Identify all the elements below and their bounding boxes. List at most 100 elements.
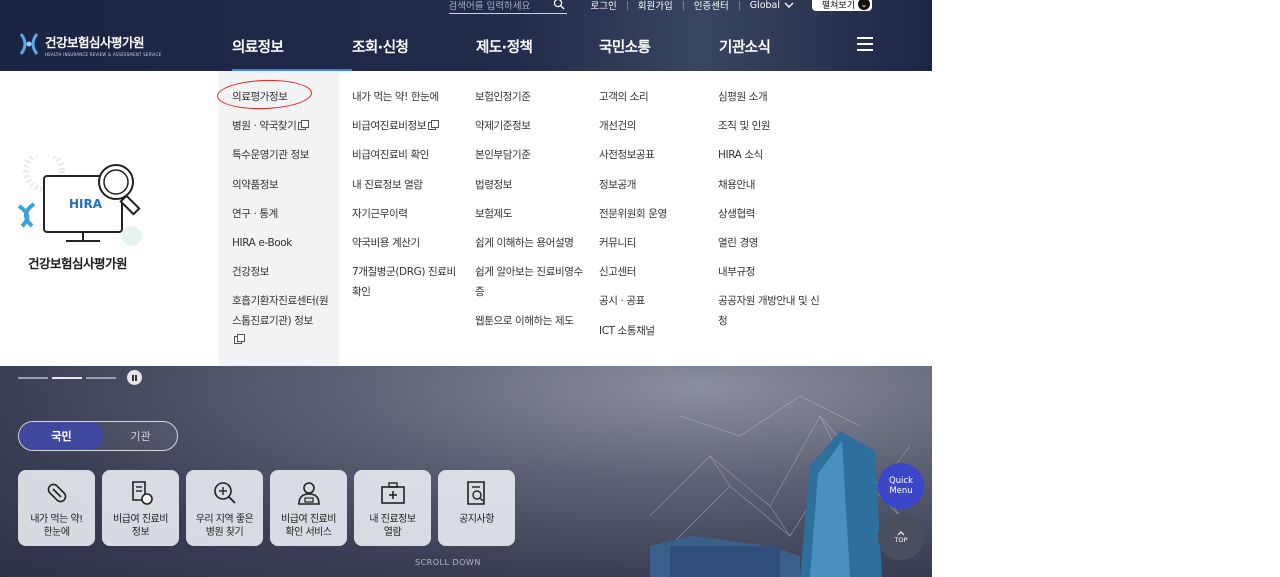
menu-item-glossary[interactable]: 쉽게 이해하는 용어설명 bbox=[475, 234, 583, 254]
monitor-magnifier-illustration-icon: HIRA bbox=[17, 156, 142, 246]
menu-item-noncovered-info[interactable]: 비급여진료비정보 bbox=[352, 117, 464, 137]
menu-item-copay-criteria[interactable]: 본인부담기준 bbox=[475, 146, 583, 166]
menu-item-noncovered-check[interactable]: 비급여진료비 확인 bbox=[352, 146, 464, 166]
menu-item-drg-check[interactable]: 7개질병군(DRG) 진료비 확인 bbox=[352, 263, 464, 302]
nav-medical-info[interactable]: 의료정보 bbox=[232, 36, 352, 71]
hira-badge-text: HIRA bbox=[69, 197, 103, 211]
menu-column-policy: 보험인정기준 약제기준정보 본인부담기준 법령정보 보험제도 쉽게 이해하는 용… bbox=[475, 88, 583, 341]
menu-item-prior-disclosure[interactable]: 사전정보공표 bbox=[599, 146, 704, 166]
logo-text: 건강보험심사평가원 bbox=[45, 34, 145, 50]
menu-item-ict-channel[interactable]: ICT 소통채널 bbox=[599, 322, 704, 342]
slide-indicator-active[interactable] bbox=[52, 376, 82, 379]
menu-item-respiratory-center[interactable]: 호흡기환자진료센터(원스톱진료기관) 정보 bbox=[232, 292, 336, 351]
menu-item-find-hospital[interactable]: 병원 · 약국찾기 bbox=[232, 117, 336, 137]
menu-item-webtoon[interactable]: 웹툰으로 이해하는 제도 bbox=[475, 312, 583, 332]
menu-item-insurance-criteria[interactable]: 보험인정기준 bbox=[475, 88, 583, 108]
signup-link[interactable]: 회원가입 bbox=[628, 0, 683, 12]
menu-item-health-info[interactable]: 건강정보 bbox=[232, 263, 336, 283]
site-logo[interactable]: 건강보험심사평가원 HEALTH INSURANCE REVIEW & ASSE… bbox=[18, 30, 161, 58]
quick-menu-button[interactable]: Quick Menu bbox=[878, 463, 924, 509]
menu-item-info-disclosure[interactable]: 정보공개 bbox=[599, 176, 704, 196]
menu-item-pharmacy-calculator[interactable]: 약국비용 계산기 bbox=[352, 234, 464, 254]
menu-item-research-stats[interactable]: 연구 · 통계 bbox=[232, 205, 336, 225]
menu-item-my-medicine[interactable]: 내가 먹는 약! 한눈에 bbox=[352, 88, 464, 108]
scroll-down-hint: SCROLL DOWN bbox=[415, 558, 481, 567]
menu-item-customer-voice[interactable]: 고객의 소리 bbox=[599, 88, 704, 108]
global-dropdown[interactable]: Global bbox=[740, 0, 804, 11]
toggle-institution[interactable]: 기관 bbox=[104, 422, 177, 450]
hamburger-menu-icon[interactable] bbox=[857, 37, 873, 51]
menu-item-recruit[interactable]: 채용안내 bbox=[718, 176, 826, 196]
menu-item-drug-criteria[interactable]: 약제기준정보 bbox=[475, 117, 583, 137]
menu-item-hira-news[interactable]: HIRA 소식 bbox=[718, 146, 826, 166]
slide-indicator[interactable] bbox=[18, 376, 48, 379]
mega-menu: HIRA 건강보험심사평가원 의료평가정보 병원 · 약국찾기 특수운영기관 정… bbox=[0, 71, 932, 366]
cert-center-link[interactable]: 인증센터 bbox=[684, 0, 739, 12]
menu-item-cooperation[interactable]: 상생협력 bbox=[718, 205, 826, 225]
quick-link-noncovered-check[interactable]: 비급여 진료비 확인 서비스 bbox=[270, 470, 347, 546]
menu-item-committee[interactable]: 전문위원회 운영 bbox=[599, 205, 704, 225]
expand-button[interactable]: 펼쳐보기 ⌄ bbox=[812, 0, 872, 11]
menu-column-medical-info: 의료평가정보 병원 · 약국찾기 특수운영기관 정보 의약품정보 연구 · 통계… bbox=[232, 88, 336, 361]
menu-item-organization[interactable]: 조직 및 인원 bbox=[718, 117, 826, 137]
toggle-citizen[interactable]: 국민 bbox=[19, 422, 104, 450]
nav-system-policy[interactable]: 제도·정책 bbox=[476, 36, 599, 71]
quick-link-notice[interactable]: 공지사항 bbox=[438, 470, 515, 546]
quick-link-my-medicine[interactable]: 내가 먹는 약! 한눈에 bbox=[18, 470, 95, 546]
quick-link-label: 비급여 진료비 확인 서비스 bbox=[281, 514, 336, 538]
menu-item-open-management[interactable]: 열린 경영 bbox=[718, 234, 826, 254]
slide-indicator[interactable] bbox=[86, 376, 116, 379]
quick-link-find-hospital[interactable]: 우리 지역 좋은 병원 찾기 bbox=[186, 470, 263, 546]
menu-item-medical-evaluation[interactable]: 의료평가정보 bbox=[232, 88, 336, 108]
menu-item-about[interactable]: 심평원 소개 bbox=[718, 88, 826, 108]
quick-links: 내가 먹는 약! 한눈에 비급여 진료비 정보 우리 지역 좋은 병원 찾기 비… bbox=[18, 470, 515, 546]
nav-inquiry-apply[interactable]: 조회·신청 bbox=[352, 36, 476, 71]
expand-label: 펼쳐보기 bbox=[821, 0, 855, 11]
top-label: TOP bbox=[894, 535, 908, 544]
menu-item-receipt-guide[interactable]: 쉽게 알아보는 진료비영수증 bbox=[475, 263, 583, 302]
hira-logo-icon bbox=[19, 33, 39, 55]
magnifier-plus-icon bbox=[213, 482, 236, 504]
login-link[interactable]: 로그인 bbox=[581, 0, 627, 12]
hero-section: 국민 기관 내가 먹는 약! 한눈에 비급여 진료비 정보 우리 지역 좋은 병… bbox=[0, 366, 932, 577]
menu-item-report-center[interactable]: 신고센터 bbox=[599, 263, 704, 283]
pause-icon[interactable] bbox=[127, 370, 142, 385]
nav-agency-news[interactable]: 기관소식 bbox=[719, 36, 799, 71]
quick-link-label: 내 진료정보 열람 bbox=[369, 514, 416, 538]
menu-item-my-records[interactable]: 내 진료정보 열람 bbox=[352, 176, 464, 196]
search-icon[interactable] bbox=[553, 0, 565, 10]
menu-item-internal-rules[interactable]: 내부규정 bbox=[718, 263, 826, 283]
menu-item-announcement[interactable]: 공시 · 공표 bbox=[599, 292, 704, 312]
menu-item-public-resources[interactable]: 공공자원 개방안내 및 신청 bbox=[718, 292, 826, 331]
notice-search-icon bbox=[466, 481, 485, 505]
quick-link-label: 공지사항 bbox=[459, 514, 494, 525]
quick-link-my-records[interactable]: 내 진료정보 열람 bbox=[354, 470, 431, 546]
quick-link-noncovered-info[interactable]: 비급여 진료비 정보 bbox=[102, 470, 179, 546]
menu-item-suggestion[interactable]: 개선건의 bbox=[599, 117, 704, 137]
menu-item-ebook[interactable]: HIRA e-Book bbox=[232, 234, 336, 254]
quick-link-label: 비급여 진료비 정보 bbox=[113, 514, 168, 538]
menu-item-special-agency[interactable]: 특수운영기관 정보 bbox=[232, 146, 336, 166]
menu-item-work-history[interactable]: 자기근무이력 bbox=[352, 205, 464, 225]
chevron-down-icon: ⌄ bbox=[858, 0, 870, 10]
quick-menu-label: Quick Menu bbox=[888, 476, 914, 496]
menu-item-insurance-system[interactable]: 보험제도 bbox=[475, 205, 583, 225]
menu-item-community[interactable]: 커뮤니티 bbox=[599, 234, 704, 254]
external-link-icon bbox=[298, 120, 310, 131]
menu-column-communication: 고객의 소리 개선건의 사전정보공표 정보공개 전문위원회 운영 커뮤니티 신고… bbox=[599, 88, 704, 351]
nav-communication[interactable]: 국민소통 bbox=[599, 36, 719, 71]
search-input[interactable] bbox=[448, 0, 549, 13]
medical-bag-icon bbox=[380, 482, 405, 504]
search-box bbox=[448, 0, 567, 14]
doctor-icon bbox=[297, 482, 320, 505]
quick-link-label: 내가 먹는 약! 한눈에 bbox=[30, 514, 83, 538]
logo-subtext: HEALTH INSURANCE REVIEW & ASSESSMENT SER… bbox=[45, 51, 162, 57]
menu-item-drug-info[interactable]: 의약품정보 bbox=[232, 176, 336, 196]
audience-toggle: 국민 기관 bbox=[18, 421, 178, 451]
site-header: 로그인 회원가입 인증센터 Global 펼쳐보기 ⌄ 건강보험심사평가원 bbox=[0, 0, 932, 71]
receipt-coin-icon bbox=[131, 481, 153, 505]
external-link-icon bbox=[428, 120, 440, 131]
scroll-top-button[interactable]: TOP bbox=[878, 514, 924, 560]
menu-item-law-info[interactable]: 법령정보 bbox=[475, 176, 583, 196]
menu-column-agency-news: 심평원 소개 조직 및 인원 HIRA 소식 채용안내 상생협력 열린 경영 내… bbox=[718, 88, 826, 341]
